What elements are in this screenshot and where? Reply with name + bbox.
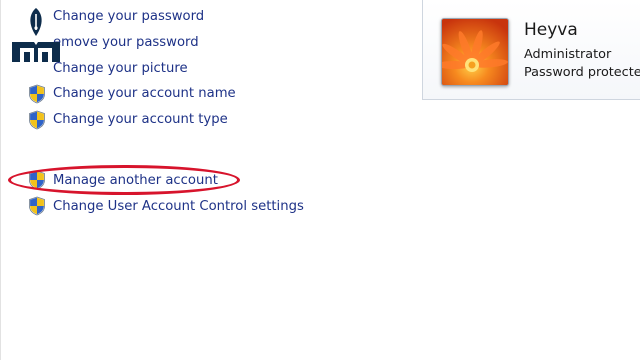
change-account-name-link[interactable]: Change your account name: [53, 84, 236, 104]
uac-shield-icon: [28, 110, 46, 130]
account-status: Password protected: [524, 65, 640, 80]
change-picture-link[interactable]: Change your picture: [53, 59, 188, 79]
account-name: Heyva: [524, 20, 578, 40]
pen-book-logo: [6, 4, 66, 64]
uac-shield-icon: [28, 84, 46, 104]
uac-shield-icon: [28, 196, 46, 216]
change-uac-settings-link[interactable]: Change User Account Control settings: [53, 197, 304, 217]
current-account-card: Heyva Administrator Password protected: [422, 0, 640, 100]
highlight-ellipse: [8, 165, 240, 195]
remove-password-link[interactable]: emove your password: [53, 33, 199, 53]
user-avatar: [441, 18, 509, 86]
change-account-type-link[interactable]: Change your account type: [53, 110, 228, 130]
change-password-link[interactable]: Change your password: [53, 7, 204, 27]
account-role: Administrator: [524, 47, 612, 62]
